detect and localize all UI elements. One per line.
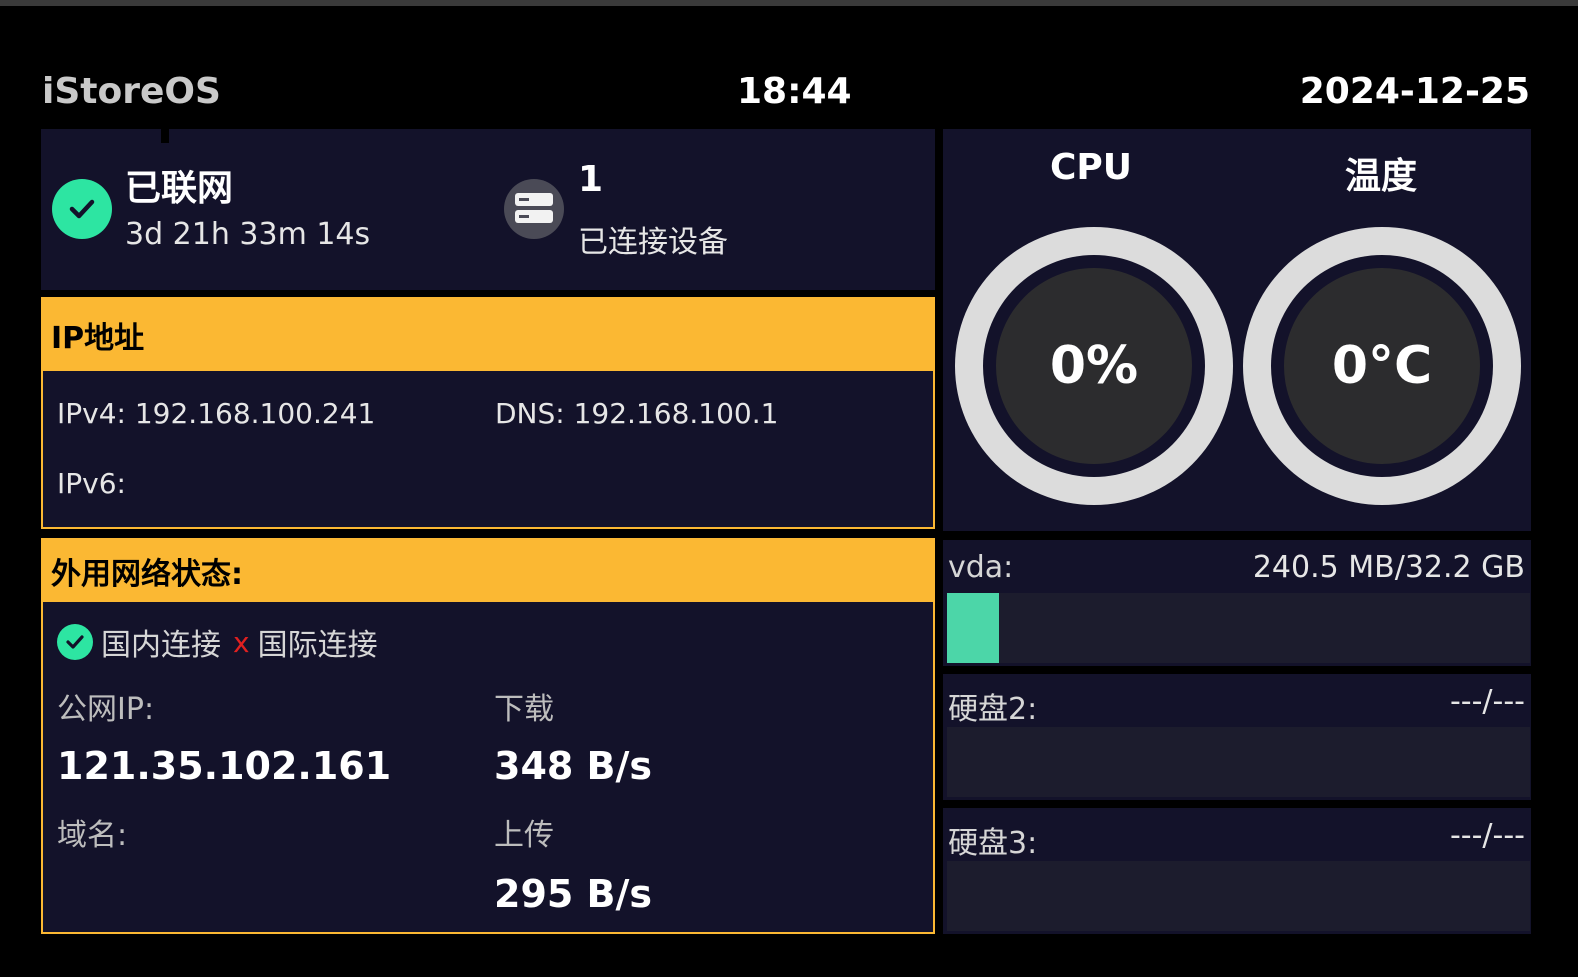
check-circle-icon <box>52 179 112 239</box>
disk-usage-bar <box>947 593 1530 663</box>
server-icon <box>504 179 564 239</box>
connected-device-count: 1 <box>578 159 604 200</box>
upload-label: 上传 <box>494 818 554 853</box>
top-border <box>0 0 1578 6</box>
clock: 18:44 <box>737 71 852 112</box>
public-ip-value: 121.35.102.161 <box>57 744 392 788</box>
download-label: 下载 <box>494 692 554 727</box>
cpu-title: CPU <box>1049 147 1133 188</box>
temperature-value: 0°C <box>1284 268 1480 464</box>
temperature-gauge: 0°C <box>1243 227 1521 505</box>
uptime-value: 3d 21h 33m 14s <box>125 217 371 252</box>
brand-title: iStoreOS <box>42 71 221 112</box>
temperature-title: 温度 <box>1344 156 1417 197</box>
disk-name: vda: <box>948 550 1014 585</box>
international-connection-label: 国际连接 <box>257 628 378 663</box>
date: 2024-12-25 <box>1299 71 1530 112</box>
connected-device-label: 已连接设备 <box>578 225 728 260</box>
online-status-label: 已联网 <box>125 168 234 209</box>
domestic-connection-label: 国内连接 <box>101 628 221 663</box>
domain-label: 域名: <box>57 818 128 853</box>
dns-address: DNS: 192.168.100.1 <box>495 397 779 430</box>
disk-usage: 240.5 MB/32.2 GB <box>1252 550 1525 585</box>
check-circle-icon <box>57 624 93 660</box>
download-speed: 348 B/s <box>494 744 653 788</box>
disk-usage-bar <box>947 861 1530 931</box>
ip-address-panel: IP地址 IPv4: 192.168.100.241 DNS: 192.168.… <box>41 297 935 529</box>
disk-usage-fill <box>947 593 1000 663</box>
disk-vda: vda: 240.5 MB/32.2 GB <box>943 540 1531 666</box>
wan-panel-title: 外用网络状态: <box>43 540 933 602</box>
disk-2: 硬盘2: ---/--- <box>943 674 1531 800</box>
ip-panel-title: IP地址 <box>43 299 933 371</box>
disk-usage: ---/--- <box>1449 684 1525 719</box>
cpu-temp-panel: CPU 温度 0% 0°C <box>943 129 1531 531</box>
network-status-panel: 已联网 3d 21h 33m 14s 1 已连接设备 <box>41 127 935 290</box>
panel-notch <box>161 127 169 143</box>
disk-name: 硬盘3: <box>948 826 1038 861</box>
public-ip-label: 公网IP: <box>57 692 155 727</box>
cpu-usage-value: 0% <box>996 268 1192 464</box>
disk-usage-bar <box>947 727 1530 797</box>
ipv6-address: IPv6: <box>57 467 126 500</box>
disk-usage: ---/--- <box>1449 818 1525 853</box>
disk-3: 硬盘3: ---/--- <box>943 808 1531 934</box>
connectivity-row: 国内连接 x 国际连接 <box>57 620 378 664</box>
cpu-gauge: 0% <box>955 227 1233 505</box>
ipv4-address: IPv4: 192.168.100.241 <box>57 397 376 430</box>
upload-speed: 295 B/s <box>494 872 653 916</box>
disk-name: 硬盘2: <box>948 692 1038 727</box>
cross-icon: x <box>233 625 250 659</box>
wan-status-panel: 外用网络状态: 国内连接 x 国际连接 公网IP: 121.35.102.161… <box>41 538 935 934</box>
